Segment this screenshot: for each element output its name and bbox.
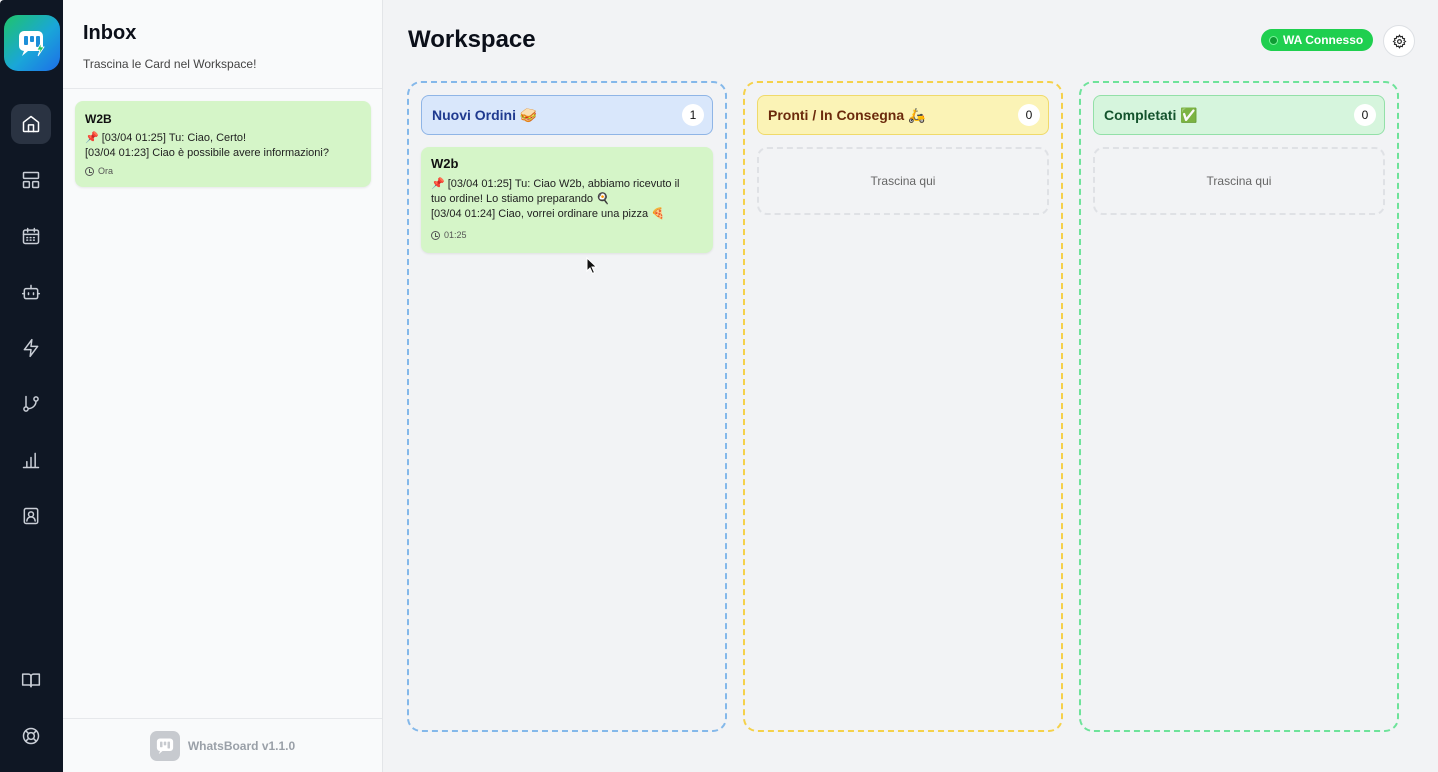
nav-bot[interactable] <box>11 272 51 312</box>
drop-zone[interactable]: Trascina qui <box>1093 147 1385 215</box>
sidebar-nav <box>0 0 63 772</box>
status-dot-icon <box>1269 35 1278 45</box>
order-card-time-label: 01:25 <box>444 230 467 240</box>
column-ready-delivery[interactable]: Pronti / In Consegna 🛵 0 Trascina qui <box>743 81 1063 732</box>
footer-logo-icon <box>149 730 180 761</box>
settings-button[interactable] <box>1383 25 1415 57</box>
chat-card-time: Ora <box>85 166 361 176</box>
app-logo[interactable] <box>4 15 60 71</box>
nav-automations[interactable] <box>11 328 51 368</box>
column-title: Pronti / In Consegna 🛵 <box>768 106 926 123</box>
chat-card[interactable]: W2B 📌 [03/04 01:25] Tu: Ciao, Certo! [03… <box>75 101 371 187</box>
board-logo-icon <box>19 31 45 57</box>
nav-flows[interactable] <box>11 384 51 424</box>
column-count-badge: 0 <box>1018 104 1040 126</box>
column-completed[interactable]: Completati ✅ 0 Trascina qui <box>1079 81 1399 732</box>
column-title: Nuovi Ordini 🥪 <box>432 106 538 123</box>
mouse-cursor-icon <box>586 257 598 275</box>
help-icon <box>22 727 40 745</box>
order-card-time: 01:25 <box>431 230 703 240</box>
nav-help[interactable] <box>11 716 51 756</box>
order-card-name: W2b <box>431 156 459 171</box>
order-card-line: [03/04 01:24] Ciao, vorrei ordinare una … <box>431 208 665 220</box>
order-card[interactable]: W2b 📌 [03/04 01:25] Tu: Ciao W2b, abbiam… <box>421 147 713 253</box>
inbox-subtitle: Trascina le Card nel Workspace! <box>83 57 257 71</box>
column-new-orders[interactable]: Nuovi Ordini 🥪 1 W2b 📌 [03/04 01:25] Tu:… <box>407 81 727 732</box>
inbox-panel: Inbox Trascina le Card nel Workspace! W2… <box>63 0 383 772</box>
layout-icon <box>22 171 40 189</box>
nav-analytics[interactable] <box>11 440 51 480</box>
column-title: Completati ✅ <box>1104 106 1198 123</box>
column-header: Completati ✅ 0 <box>1093 95 1385 135</box>
status-badge[interactable]: WA Connesso <box>1261 29 1374 51</box>
status-badge-label: WA Connesso <box>1283 33 1364 47</box>
chat-card-name: W2B <box>85 112 112 126</box>
workspace-title: Workspace <box>408 26 536 53</box>
inbox-title: Inbox <box>83 22 137 44</box>
column-header: Pronti / In Consegna 🛵 0 <box>757 95 1049 135</box>
book-icon <box>21 673 41 688</box>
nav-boards[interactable] <box>11 160 51 200</box>
calendar-icon <box>22 227 40 245</box>
order-card-line: 📌 [03/04 01:25] Tu: Ciao W2b, abbiamo ri… <box>431 178 680 190</box>
zap-icon <box>23 338 39 358</box>
drop-zone[interactable]: Trascina qui <box>757 147 1049 215</box>
clock-icon <box>85 166 94 176</box>
chat-card-line: [03/04 01:23] Ciao è possibile avere inf… <box>85 147 329 159</box>
inbox-header: Inbox Trascina le Card nel Workspace! <box>63 0 382 89</box>
inbox-footer: WhatsBoard v1.1.0 <box>63 718 382 772</box>
nav-docs[interactable] <box>11 660 51 700</box>
order-card-line: tuo ordine! Lo stiamo preparando 🍳 <box>431 193 610 205</box>
nav-calendar[interactable] <box>11 216 51 256</box>
nav-contacts[interactable] <box>11 496 51 536</box>
app-version: WhatsBoard v1.1.0 <box>187 738 296 753</box>
contact-icon <box>23 507 39 525</box>
bot-icon <box>21 284 41 300</box>
git-branch-icon <box>23 395 39 412</box>
chat-card-time-label: Ora <box>98 166 114 176</box>
nav-home[interactable] <box>11 104 51 144</box>
clock-icon <box>431 230 440 240</box>
column-count-badge: 0 <box>1354 104 1376 126</box>
column-count-badge: 1 <box>682 104 704 126</box>
gear-icon <box>1392 33 1406 49</box>
chat-card-line: 📌 [03/04 01:25] Tu: Ciao, Certo! <box>85 132 247 144</box>
home-icon <box>22 115 40 133</box>
column-header: Nuovi Ordini 🥪 1 <box>421 95 713 135</box>
bar-chart-icon <box>22 452 40 469</box>
